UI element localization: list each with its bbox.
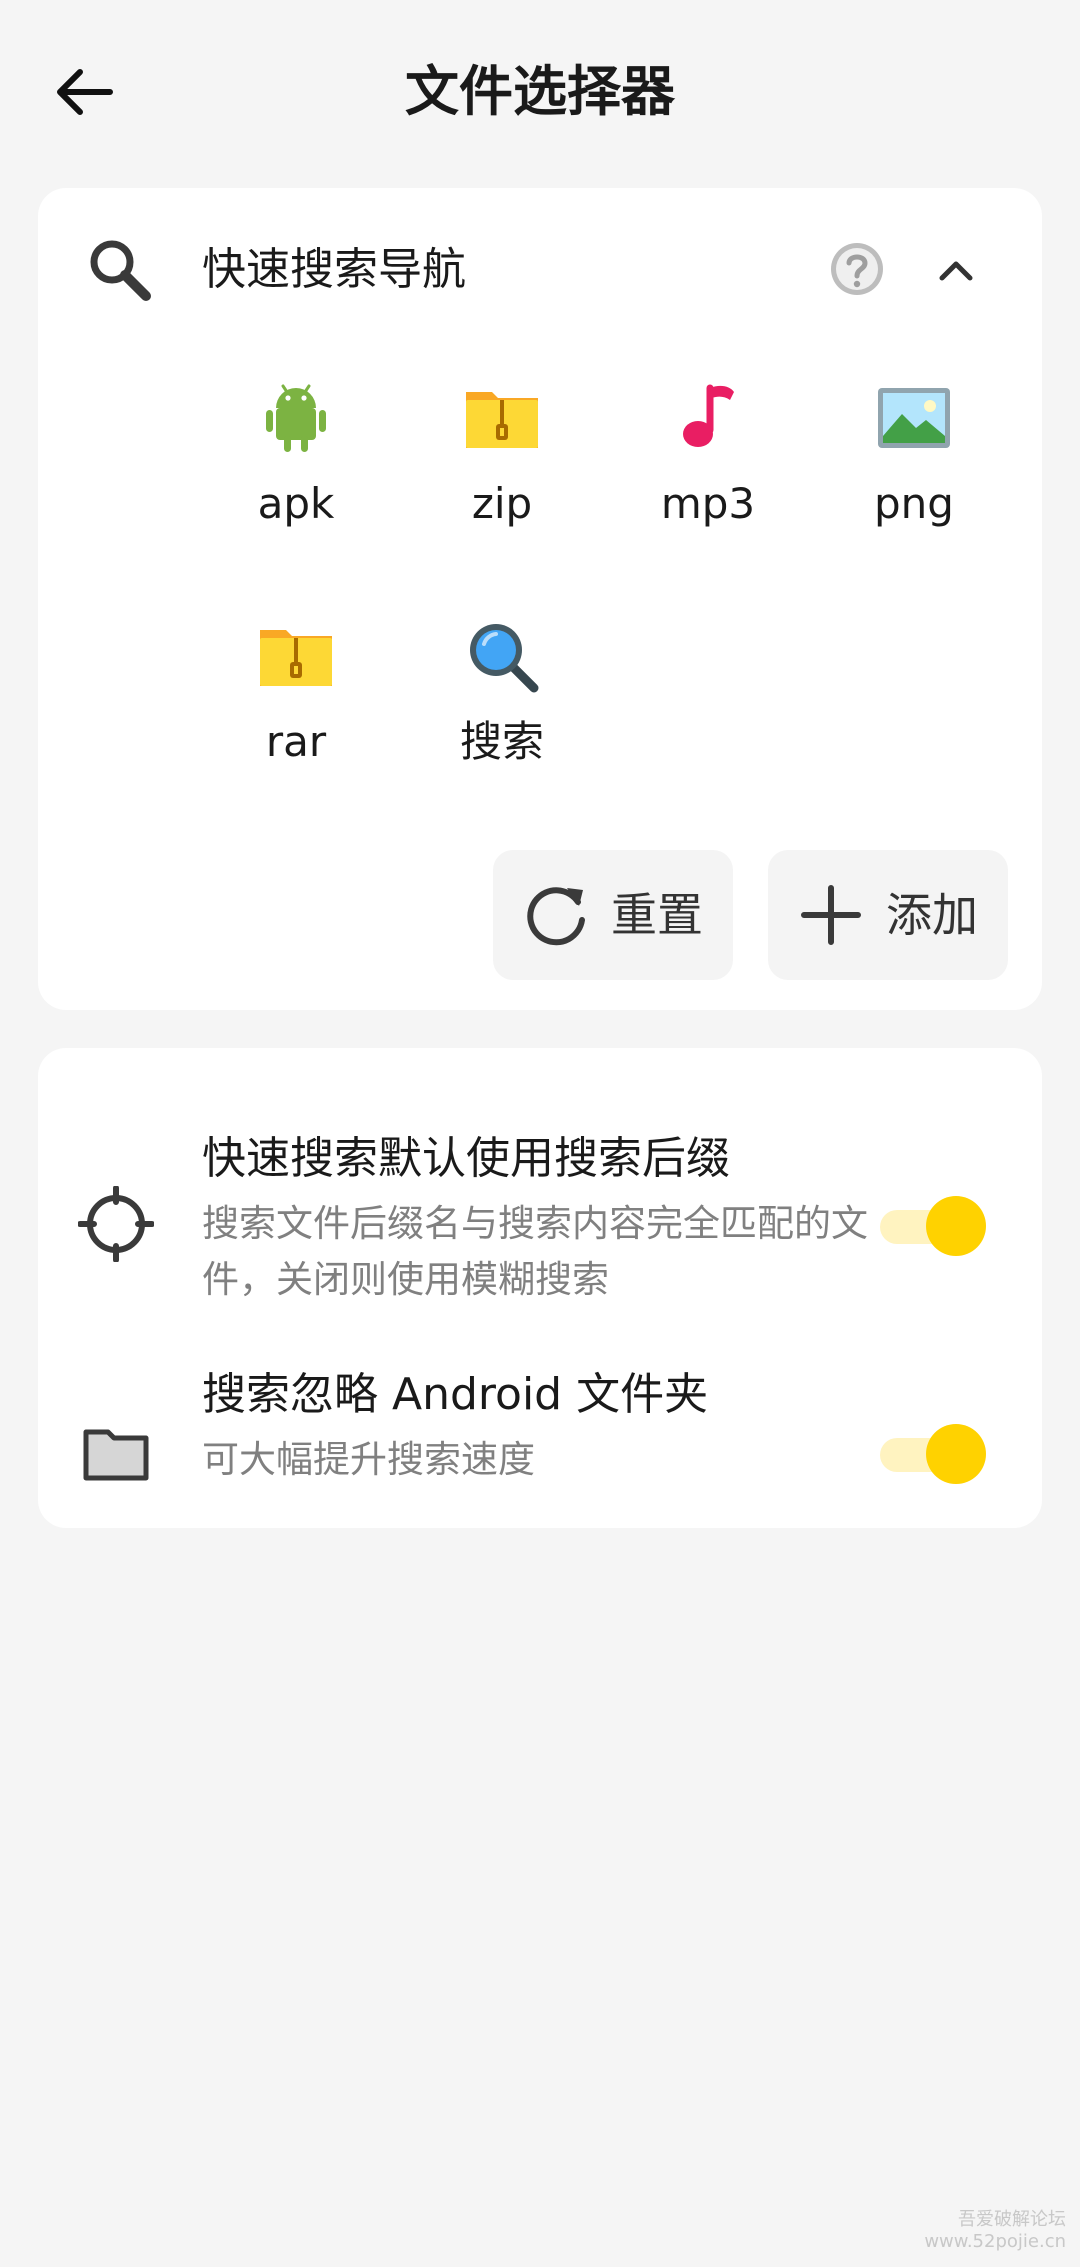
- reset-label: 重置: [611, 888, 703, 942]
- add-button[interactable]: 添加: [768, 850, 1008, 980]
- file-type-search[interactable]: 搜索: [412, 616, 592, 816]
- toggle-thumb: [926, 1424, 986, 1484]
- help-circle-icon[interactable]: [826, 238, 888, 300]
- setting-use-suffix[interactable]: 快速搜索默认使用搜索后缀 搜索文件后缀名与搜索内容完全匹配的文件，关闭则使用模糊…: [38, 1088, 1042, 1308]
- file-type-zip[interactable]: zip: [412, 378, 592, 578]
- add-label: 添加: [886, 888, 978, 942]
- file-type-label: 搜索: [459, 717, 544, 766]
- use-suffix-toggle[interactable]: [880, 1192, 986, 1256]
- plus-icon: [801, 885, 861, 945]
- music-note-icon: [683, 384, 734, 447]
- file-type-label: rar: [265, 717, 327, 766]
- setting-title: 快速搜索默认使用搜索后缀: [202, 1133, 730, 1184]
- setting-ignore-android-folder[interactable]: 搜索忽略 Android 文件夹 可大幅提升搜索速度: [38, 1348, 1042, 1498]
- file-type-apk[interactable]: apk: [206, 378, 386, 578]
- top-app-bar: 文件选择器: [0, 0, 1080, 180]
- file-type-rar[interactable]: rar: [206, 616, 386, 816]
- file-type-png[interactable]: png: [824, 378, 1004, 578]
- quick-search-nav-header[interactable]: 快速搜索导航: [38, 188, 1042, 348]
- setting-title: 搜索忽略 Android 文件夹: [202, 1369, 709, 1420]
- folder-icon: [83, 1429, 149, 1481]
- search-icon: [90, 240, 151, 301]
- android-icon: [266, 384, 326, 452]
- file-type-label: png: [874, 479, 954, 528]
- search-settings-card: 快速搜索默认使用搜索后缀 搜索文件后缀名与搜索内容完全匹配的文件，关闭则使用模糊…: [38, 1048, 1042, 1528]
- watermark-line1: 吾爱破解论坛: [958, 2209, 1066, 2230]
- refresh-icon: [527, 887, 585, 946]
- setting-description: 可大幅提升搜索速度: [202, 1438, 535, 1481]
- page-title: 文件选择器: [405, 60, 675, 123]
- reset-button[interactable]: 重置: [493, 850, 733, 980]
- zip-folder-icon: [466, 392, 538, 448]
- file-type-label: zip: [471, 479, 533, 528]
- watermark-line2: www.52pojie.cn: [924, 2231, 1066, 2252]
- file-type-label: mp3: [660, 479, 756, 528]
- ignore-android-toggle[interactable]: [880, 1420, 986, 1484]
- toggle-thumb: [926, 1196, 986, 1256]
- setting-description: 搜索文件后缀名与搜索内容完全匹配的文件，关闭则使用模糊搜索: [202, 1202, 868, 1301]
- file-type-label: apk: [257, 479, 335, 528]
- quick-search-nav-card: 快速搜索导航 apk zip mp3 png rar 搜索 重置 添加: [38, 188, 1042, 1010]
- zip-folder-icon: [260, 630, 332, 686]
- magnifier-icon: [470, 624, 539, 693]
- crosshair-icon: [78, 1186, 154, 1262]
- image-icon: [878, 388, 950, 448]
- chevron-up-icon[interactable]: [928, 242, 984, 298]
- watermark: 吾爱破解论坛 www.52pojie.cn: [924, 2209, 1066, 2253]
- file-type-mp3[interactable]: mp3: [618, 378, 798, 578]
- quick-search-nav-title: 快速搜索导航: [202, 244, 466, 295]
